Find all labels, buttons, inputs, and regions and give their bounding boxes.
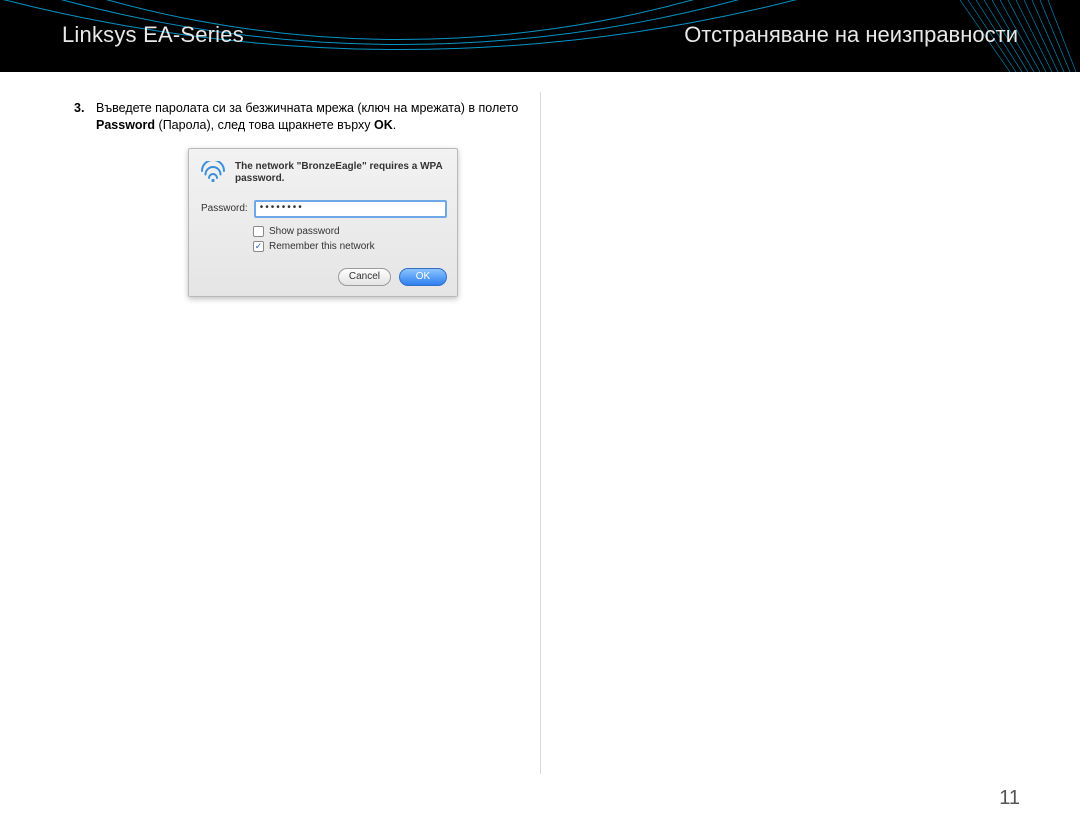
remember-network-label: Remember this network [269,239,375,254]
cancel-button[interactable]: Cancel [338,268,391,286]
step-bold-ok: OK [374,118,393,132]
header-title-right: Отстраняване на неизправности [684,22,1018,48]
show-password-checkbox[interactable] [253,226,264,237]
header-title-left: Linksys EA-Series [62,22,244,48]
step-text-part: Въведете паролата си за безжичната мрежа… [96,101,518,115]
step-bold-password: Password [96,118,155,132]
ok-button[interactable]: OK [399,268,447,286]
dialog-message: The network "BronzeEagle" requires a WPA… [235,161,447,186]
step-text-part: (Парола), след това щракнете върху [155,118,374,132]
airport-icon [199,161,227,183]
password-label: Password: [201,203,248,214]
remember-network-checkbox[interactable]: ✓ [253,241,264,252]
step-3: 3. Въведете паролата си за безжичната мр… [74,100,524,134]
remember-network-row[interactable]: ✓ Remember this network [253,239,447,254]
page-number: 11 [999,787,1020,810]
step-text-part: . [393,118,396,132]
show-password-label: Show password [269,224,340,239]
column-divider [540,92,541,774]
show-password-row[interactable]: Show password [253,224,447,239]
page-body: 3. Въведете паролата си за безжичната мр… [0,72,1080,834]
wifi-password-dialog: The network "BronzeEagle" requires a WPA… [188,148,458,297]
step-text: Въведете паролата си за безжичната мрежа… [96,100,524,134]
step-number: 3. [74,100,88,117]
password-input[interactable]: •••••••• [254,200,447,218]
page-header-banner: Linksys EA-Series Отстраняване на неизпр… [0,0,1080,72]
